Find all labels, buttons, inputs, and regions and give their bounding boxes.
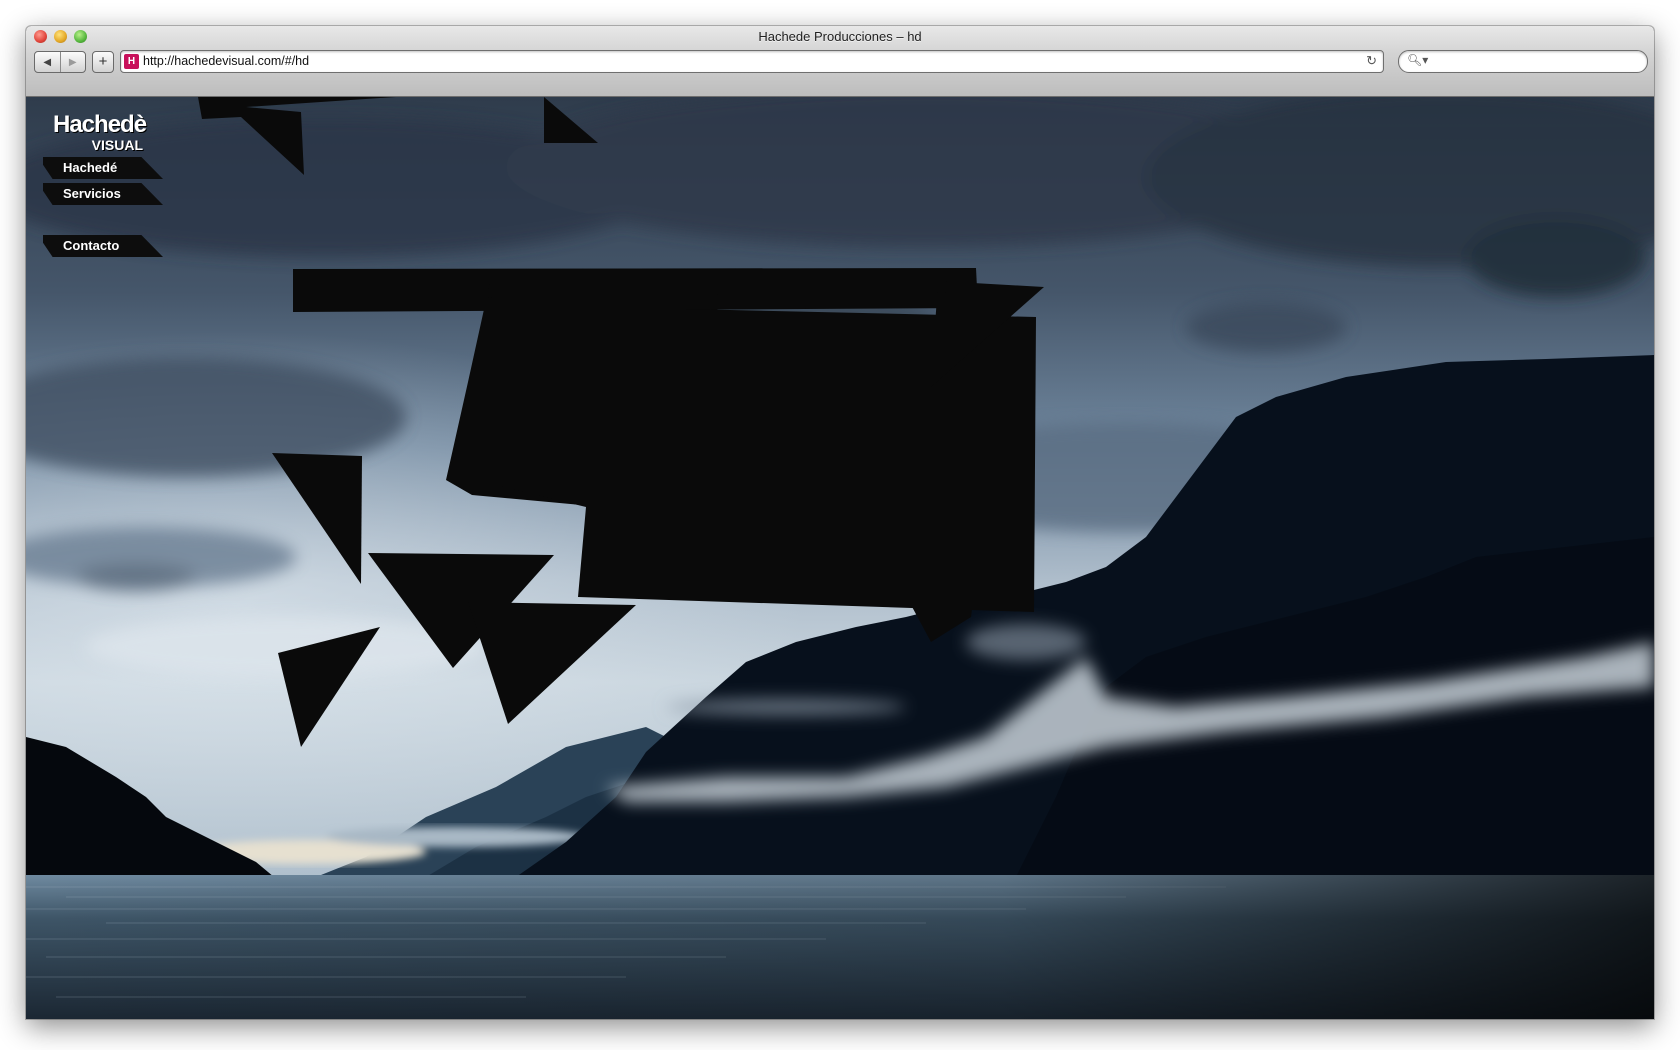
- logo-wordmark: Hachedè: [53, 111, 147, 138]
- site-logo[interactable]: Hachedè VISUAL: [53, 111, 147, 155]
- add-bookmark-button[interactable]: +: [92, 51, 114, 73]
- address-bar[interactable]: H http://hachedevisual.com/#/hd ↻: [120, 50, 1384, 73]
- window-title: Hachede Producciones – hd: [758, 29, 922, 44]
- search-icon[interactable]: 🔍︎▾: [1407, 53, 1428, 67]
- landscape-background: [26, 97, 1654, 1019]
- site-favicon-icon: H: [124, 54, 139, 69]
- back-button[interactable]: ◀: [35, 52, 60, 72]
- browser-window: Hachede Producciones – hd ◀ ▶ + H http:/…: [26, 26, 1654, 1019]
- browser-chrome: Hachede Producciones – hd ◀ ▶ + H http:/…: [26, 26, 1654, 97]
- logo-subtitle: VISUAL: [91, 137, 143, 153]
- reload-icon[interactable]: ↻: [1366, 53, 1377, 69]
- page-viewport: Hachedè VISUAL Hachedé Servicios Contact…: [26, 97, 1654, 1019]
- history-buttons: ◀ ▶: [34, 51, 86, 73]
- url-text[interactable]: http://hachedevisual.com/#/hd: [143, 54, 309, 68]
- search-field[interactable]: 🔍︎▾: [1398, 50, 1648, 73]
- forward-button[interactable]: ▶: [59, 52, 86, 72]
